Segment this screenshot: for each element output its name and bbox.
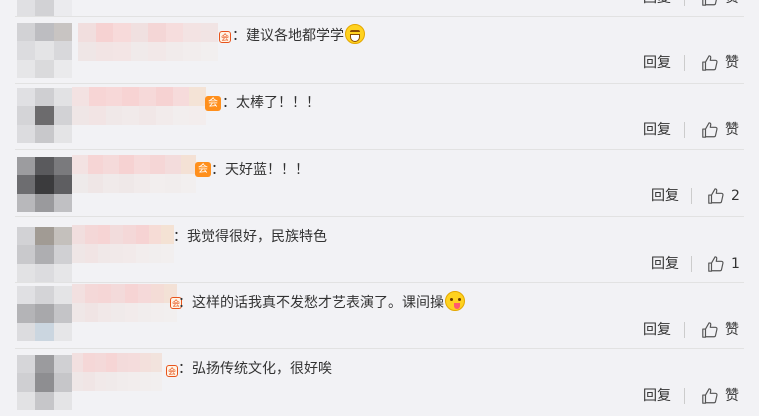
- vip-badge-icon: 会: [195, 162, 211, 177]
- avatar-blurred[interactable]: [17, 157, 72, 212]
- like-button[interactable]: 1: [707, 254, 740, 274]
- like-label: 赞: [725, 0, 739, 8]
- username-blurred[interactable]: [72, 284, 177, 322]
- username-blurred[interactable]: [78, 23, 218, 61]
- thumbs-up-icon: [708, 256, 724, 272]
- divider: [684, 0, 685, 6]
- thumbs-up-icon: [702, 322, 718, 338]
- thumbs-up-icon: [702, 55, 718, 71]
- comment-text: ：太棒了！！！: [222, 95, 320, 111]
- reply-button[interactable]: 回复: [643, 120, 671, 140]
- username-blurred[interactable]: [72, 87, 206, 125]
- comment-row: 会 ：这样的话我真不发愁才艺表演了。课间操 回复 赞: [0, 283, 759, 349]
- divider: [691, 256, 692, 272]
- divider: [684, 122, 685, 138]
- username-blurred[interactable]: [72, 155, 196, 193]
- reply-button[interactable]: 回复: [643, 53, 671, 73]
- reply-button[interactable]: 回复: [651, 186, 679, 206]
- comment-row: 会 ：天好蓝！！！ 回复 2: [0, 150, 759, 217]
- divider: [684, 55, 685, 71]
- avatar-blurred[interactable]: [17, 0, 72, 16]
- comment-text: ：弘扬传统文化，很好唉: [178, 361, 332, 377]
- thumbs-up-icon: [702, 388, 718, 404]
- reply-button[interactable]: 回复: [643, 0, 671, 8]
- comment-text: ：我觉得很好，民族特色: [173, 229, 327, 245]
- like-button[interactable]: 赞: [701, 0, 739, 8]
- comment-text: ：这样的话我真不发愁才艺表演了。课间操: [178, 291, 465, 313]
- grin-emoji: [345, 24, 365, 44]
- username-blurred[interactable]: [72, 225, 174, 263]
- like-button[interactable]: 赞: [701, 386, 739, 406]
- thumbs-up-icon: [708, 188, 724, 204]
- comment-text: ：建议各地都学学: [232, 24, 365, 46]
- comment-text: ：天好蓝！！！: [211, 162, 309, 178]
- member-badge-icon: 会: [219, 31, 231, 43]
- username-blurred[interactable]: [72, 353, 162, 391]
- like-button[interactable]: 赞: [701, 53, 739, 73]
- vip-badge-icon: 会: [205, 96, 221, 111]
- like-label: 赞: [725, 55, 739, 71]
- reply-button[interactable]: 回复: [643, 320, 671, 340]
- avatar-blurred[interactable]: [17, 23, 72, 78]
- like-count: 2: [731, 188, 740, 204]
- tongue-emoji: [445, 291, 465, 311]
- like-button[interactable]: 2: [707, 186, 740, 206]
- reply-button[interactable]: 回复: [643, 386, 671, 406]
- like-count: 1: [731, 256, 740, 272]
- like-label: 赞: [725, 322, 739, 338]
- comment-row: 会 ：建议各地都学学 回复 赞: [0, 17, 759, 83]
- like-label: 赞: [725, 122, 739, 138]
- avatar-blurred[interactable]: [17, 286, 72, 341]
- like-label: 赞: [725, 388, 739, 404]
- thumbs-up-icon: [702, 0, 717, 6]
- divider: [684, 388, 685, 404]
- comment-row: 会 ：弘扬传统文化，很好唉 回复 赞: [0, 349, 759, 416]
- reply-button[interactable]: 回复: [651, 254, 679, 274]
- avatar-blurred[interactable]: [17, 355, 72, 410]
- member-badge-icon: 会: [166, 365, 178, 377]
- avatar-blurred[interactable]: [17, 88, 72, 143]
- divider: [684, 322, 685, 338]
- thumbs-up-icon: [702, 122, 718, 138]
- comment-row-partial: 回复 赞: [0, 0, 759, 16]
- like-button[interactable]: 赞: [701, 120, 739, 140]
- comment-row: 会 ：太棒了！！！ 回复 赞: [0, 84, 759, 150]
- divider: [691, 188, 692, 204]
- like-button[interactable]: 赞: [701, 320, 739, 340]
- comment-row: ：我觉得很好，民族特色 回复 1: [0, 217, 759, 283]
- avatar-blurred[interactable]: [17, 227, 72, 282]
